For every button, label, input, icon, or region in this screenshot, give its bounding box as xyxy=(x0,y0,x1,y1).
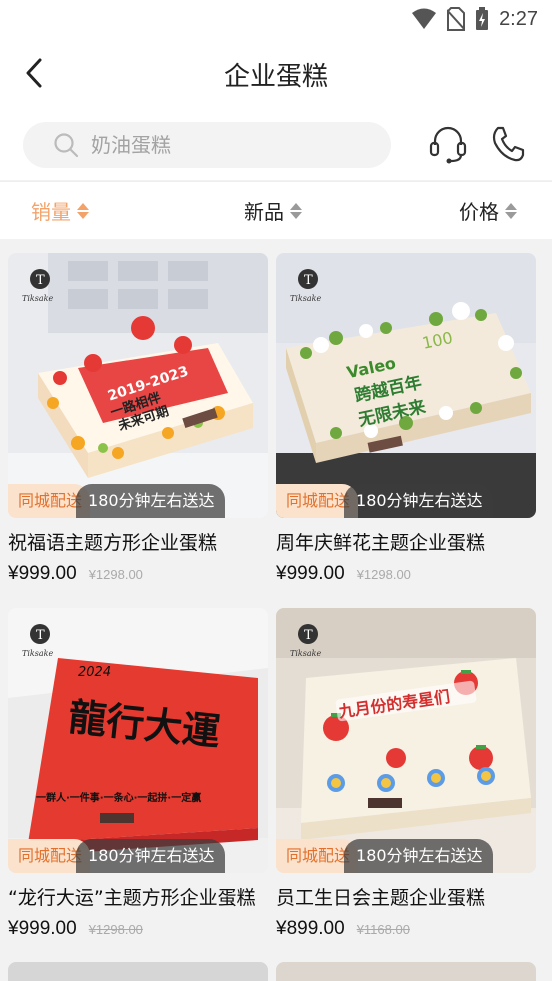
svg-text:T: T xyxy=(36,628,45,643)
delivery-badges: 同城配送 180分钟左右送达 xyxy=(276,484,493,518)
status-bar: 2:27 xyxy=(0,0,552,38)
product-image[interactable]: 2024 龍行大運 一群人·一件事·一条心·一起拼·一定赢 T Tiksake 同… xyxy=(8,608,268,873)
sort-new-label: 新品 xyxy=(244,200,284,224)
cake-text: 2024 xyxy=(78,665,111,680)
svg-text:T: T xyxy=(304,628,313,643)
sort-bar: 销量 新品 价格 xyxy=(0,181,552,239)
sort-arrows-icon xyxy=(77,202,89,219)
original-price: ¥1298.00 xyxy=(88,567,143,582)
sort-new[interactable]: 新品 xyxy=(244,196,302,225)
product-image[interactable]: 九月份的寿星们 T Tiksake 同城配送 180分钟左右送达 xyxy=(276,608,536,873)
product-card[interactable]: 九月份的寿星们 T Tiksake 同城配送 180分钟左右送达 员工生日会主题企… xyxy=(276,608,536,940)
svg-text:Tiksake: Tiksake xyxy=(22,649,53,658)
price-row: ¥899.00 ¥1168.00 xyxy=(276,918,536,940)
delivery-badges: 同城配送 180分钟左右送达 xyxy=(8,839,225,873)
delivery-badges: 同城配送 180分钟左右送达 xyxy=(8,484,225,518)
svg-text:T: T xyxy=(304,273,313,288)
sort-price-label: 价格 xyxy=(459,200,499,224)
delivery-time-badge: 180分钟左右送达 xyxy=(344,839,493,873)
customer-service-icon[interactable] xyxy=(429,125,467,165)
svg-text:T: T xyxy=(36,273,45,288)
svg-text:Tiksake: Tiksake xyxy=(290,649,321,658)
phone-icon[interactable] xyxy=(490,125,526,163)
brand-logo-icon: T Tiksake xyxy=(22,624,53,658)
no-sim-icon xyxy=(447,7,466,31)
cake-text: 一群人·一件事·一条心·一起拼·一定赢 xyxy=(36,791,201,804)
sort-sales-label: 销量 xyxy=(31,200,71,224)
product-card[interactable]: 2019-2023 一路相伴 未来可期 T Tiksake 同城配送 180分钟左… xyxy=(8,253,268,585)
price-row: ¥999.00 ¥1298.00 xyxy=(8,918,268,940)
product-name[interactable]: 祝福语主题方形企业蛋糕 xyxy=(8,528,268,555)
search-box[interactable] xyxy=(23,122,391,168)
original-price: ¥1298.00 xyxy=(88,922,143,937)
product-name[interactable]: “龙行大运”主题方形企业蛋糕 xyxy=(8,883,268,910)
delivery-time-badge: 180分钟左右送达 xyxy=(344,484,493,518)
product-price: ¥999.00 xyxy=(8,918,77,939)
price-row: ¥999.00 ¥1298.00 xyxy=(276,563,536,585)
sort-arrows-icon xyxy=(505,202,517,219)
search-row xyxy=(0,110,552,180)
header: 企业蛋糕 xyxy=(0,38,552,110)
search-icon xyxy=(54,133,79,158)
product-image[interactable]: Valeo 100 跨越百年 无限未来 T Tiksake 同城配送 180分钟左… xyxy=(276,253,536,518)
battery-charging-icon xyxy=(476,7,489,30)
product-card-partial[interactable] xyxy=(276,962,536,981)
brand-logo-icon: T Tiksake xyxy=(290,269,321,303)
original-price: ¥1168.00 xyxy=(356,922,410,937)
product-card[interactable]: 2024 龍行大運 一群人·一件事·一条心·一起拼·一定赢 T Tiksake 同… xyxy=(8,608,268,940)
search-input[interactable] xyxy=(91,122,371,168)
delivery-badges: 同城配送 180分钟左右送达 xyxy=(276,839,493,873)
page: 2:27 企业蛋糕 销量 新品 xyxy=(0,0,552,981)
brand-logo-icon: T Tiksake xyxy=(22,269,53,303)
sort-arrows-icon xyxy=(290,202,302,219)
product-card-partial[interactable] xyxy=(8,962,268,981)
product-image[interactable]: 2019-2023 一路相伴 未来可期 T Tiksake 同城配送 180分钟左… xyxy=(8,253,268,518)
sort-price[interactable]: 价格 xyxy=(459,196,517,225)
product-price: ¥899.00 xyxy=(276,918,345,939)
price-row: ¥999.00 ¥1298.00 xyxy=(8,563,268,585)
product-price: ¥999.00 xyxy=(8,563,77,584)
product-price: ¥999.00 xyxy=(276,563,345,584)
delivery-time-badge: 180分钟左右送达 xyxy=(76,484,225,518)
product-name[interactable]: 员工生日会主题企业蛋糕 xyxy=(276,883,536,910)
product-card[interactable]: Valeo 100 跨越百年 无限未来 T Tiksake 同城配送 180分钟左… xyxy=(276,253,536,585)
wifi-icon xyxy=(412,8,437,29)
original-price: ¥1298.00 xyxy=(356,567,411,582)
svg-text:Tiksake: Tiksake xyxy=(290,294,321,303)
status-time: 2:27 xyxy=(499,7,538,30)
brand-logo-icon: T Tiksake xyxy=(290,624,321,658)
sort-sales[interactable]: 销量 xyxy=(31,196,89,225)
page-title: 企业蛋糕 xyxy=(223,62,328,92)
delivery-time-badge: 180分钟左右送达 xyxy=(76,839,225,873)
svg-text:Tiksake: Tiksake xyxy=(22,294,53,303)
product-name[interactable]: 周年庆鲜花主题企业蛋糕 xyxy=(276,528,536,555)
